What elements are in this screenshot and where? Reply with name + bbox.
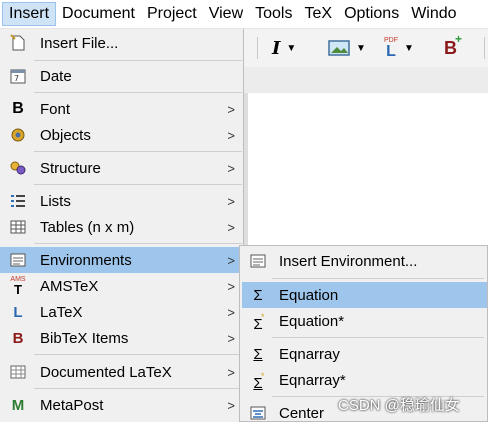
structure-icon: [8, 158, 28, 178]
toolbar-separator: [484, 37, 485, 59]
menu-item-insert-file[interactable]: Insert File...: [0, 30, 243, 56]
menu-bar: Insert Document Project View Tools TeX O…: [0, 0, 488, 29]
menu-tools[interactable]: Tools: [249, 2, 298, 26]
menu-item-latex[interactable]: L LaTeX >: [0, 299, 243, 325]
menu-project[interactable]: Project: [141, 2, 203, 26]
metapost-icon: M: [11, 396, 25, 414]
menu-separator: [34, 184, 242, 185]
chevron-right-icon: >: [227, 278, 235, 294]
bibtex-icon: B: [12, 329, 24, 347]
menu-item-documented-latex[interactable]: Documented LaTeX >: [0, 359, 243, 385]
center-align-icon: [248, 403, 268, 423]
menu-tex[interactable]: TeX: [298, 2, 338, 26]
menu-options[interactable]: Options: [338, 2, 405, 26]
sigma-star-icon: Σ *: [253, 312, 265, 333]
table-icon: [8, 217, 28, 237]
toolbar: I ▼ ▼ PDF L ▼ B +: [244, 29, 488, 68]
chevron-right-icon: >: [227, 252, 235, 268]
menu-separator: [34, 243, 242, 244]
image-button[interactable]: ▼: [328, 35, 366, 61]
submenu-item-equation-star[interactable]: Σ * Equation*: [242, 308, 487, 334]
menu-item-structure[interactable]: Structure >: [0, 155, 243, 181]
menu-item-environments[interactable]: Environments >: [0, 247, 243, 273]
chevron-down-icon: ▼: [286, 42, 297, 54]
menu-item-amstex[interactable]: AMS T AMSTeX >: [0, 273, 243, 299]
menu-item-lists[interactable]: Lists >: [0, 188, 243, 214]
bibtex-button[interactable]: B +: [444, 31, 463, 61]
menu-item-metapost[interactable]: M MetaPost >: [0, 392, 243, 418]
chevron-right-icon: >: [227, 101, 235, 117]
bold-font-icon: B: [12, 100, 24, 117]
pdf-latex-icon: PDF L: [384, 36, 398, 60]
submenu-item-eqnarray-star[interactable]: Σ * Eqnarray*: [242, 367, 487, 393]
editor-gutter: [244, 93, 248, 246]
menu-item-bibtex[interactable]: B BibTeX Items >: [0, 325, 243, 351]
svg-text:7: 7: [14, 74, 19, 83]
editor-area[interactable]: [244, 93, 488, 246]
menu-item-font[interactable]: B Font >: [0, 96, 243, 122]
chevron-right-icon: >: [227, 364, 235, 380]
menu-separator: [34, 60, 242, 61]
chevron-down-icon: ▼: [356, 42, 366, 54]
sigma-icon: Σ: [253, 286, 263, 304]
sigma-array-icon: Σ: [253, 345, 263, 363]
submenu-item-eqnarray[interactable]: Σ Eqnarray: [242, 341, 487, 367]
sigma-array-star-icon: Σ *: [253, 371, 265, 392]
chevron-right-icon: >: [227, 160, 235, 176]
tab-strip: [244, 67, 488, 94]
image-icon: [328, 40, 350, 56]
chevron-right-icon: >: [227, 304, 235, 320]
insert-menu-dropdown: Insert File... 7 Date B Font > Objects >…: [0, 29, 244, 422]
chevron-right-icon: >: [227, 193, 235, 209]
insert-file-icon: [8, 33, 28, 53]
menu-item-tables[interactable]: Tables (n x m) >: [0, 214, 243, 240]
menu-item-date[interactable]: 7 Date: [0, 63, 243, 89]
submenu-item-insert-environment[interactable]: Insert Environment...: [242, 248, 487, 274]
menu-view[interactable]: View: [203, 2, 249, 26]
environments-icon: [8, 250, 28, 270]
amstex-icon: AMS T: [10, 276, 26, 297]
menu-separator: [34, 388, 242, 389]
chevron-right-icon: >: [227, 397, 235, 413]
watermark: CSDN @稳瑜仙女: [338, 397, 460, 414]
submenu-item-equation[interactable]: Σ Equation: [242, 282, 487, 308]
list-icon: [8, 191, 28, 211]
objects-icon: [8, 125, 28, 145]
menu-window[interactable]: Windo: [405, 2, 462, 26]
menu-separator: [272, 278, 484, 279]
menu-separator: [34, 92, 242, 93]
bibtex-icon: B +: [444, 31, 463, 58]
chevron-down-icon: ▼: [404, 42, 414, 54]
chevron-right-icon: >: [227, 219, 235, 235]
italic-button[interactable]: I ▼: [272, 35, 296, 61]
menu-document[interactable]: Document: [56, 2, 141, 26]
menu-separator: [34, 151, 242, 152]
insert-environment-icon: [248, 251, 268, 271]
date-icon: 7: [8, 66, 28, 86]
latex-icon: L: [13, 303, 23, 321]
pdf-latex-button[interactable]: PDF L ▼: [384, 35, 414, 61]
documented-latex-icon: [8, 362, 28, 382]
chevron-right-icon: >: [227, 330, 235, 346]
menu-separator: [272, 337, 484, 338]
toolbar-separator: [257, 37, 258, 59]
menu-insert[interactable]: Insert: [2, 2, 57, 26]
menu-separator: [34, 354, 242, 355]
chevron-right-icon: >: [227, 127, 235, 143]
italic-icon: I: [272, 37, 281, 59]
menu-item-objects[interactable]: Objects >: [0, 122, 243, 148]
